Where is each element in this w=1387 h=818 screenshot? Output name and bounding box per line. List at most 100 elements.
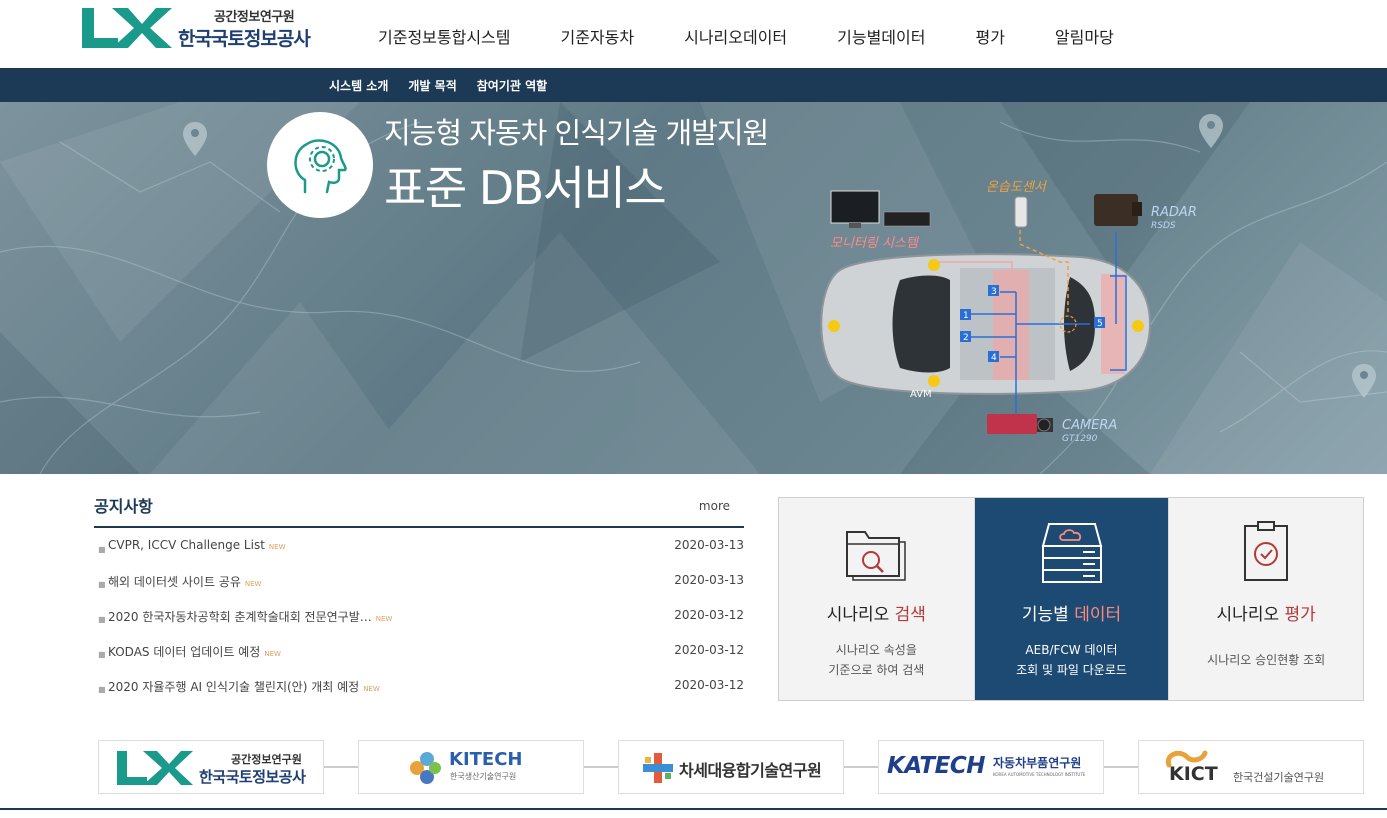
scenario-search-box[interactable]: 시나리오 검색 시나리오 속성을기준으로 하여 검색 [779, 498, 974, 700]
partner-logos: 공간정보연구원 한국국토정보공사 KITECH 한국생산기술연구원 차세대융합기… [98, 740, 1364, 794]
hero-banner: 1 2 3 4 5 지능형 자동차 인식기술 개발지원 표준 DB서비스 모니터… [0, 102, 1387, 474]
notice-item-date: 2020-03-12 [674, 608, 744, 622]
bullet-icon: ■ [98, 685, 106, 694]
nav-standard-info-system[interactable]: 기준정보통합시스템 [378, 24, 510, 48]
katech-english-name: KOREA AUTOMOTIVE TECHNOLOGY INSTITUTE [993, 772, 1086, 777]
new-badge: NEW [264, 650, 281, 658]
cloud-server-icon [1041, 523, 1102, 583]
notice-item[interactable]: ■ CVPR, ICCV Challenge List NEW 2020-03-1… [94, 538, 744, 573]
label-monitoring-system: 모니터링 시스템 [830, 236, 918, 251]
hero-title-line2: 표준 DB서비스 [384, 161, 667, 215]
notice-item-title: KODAS 데이터 업데이트 예정 [108, 645, 261, 659]
kict-name: KICT [1169, 763, 1218, 785]
clipboard-check-icon [1244, 521, 1289, 581]
kitech-logo-icon [410, 752, 441, 784]
lx-partner-subtitle: 공간정보연구원 [231, 753, 302, 766]
box-desc-line2: 기준으로 하여 검색 [828, 663, 925, 677]
brain-gear-icon [294, 139, 347, 194]
nav-notice-board[interactable]: 알림마당 [1055, 24, 1114, 48]
notice-item-date: 2020-03-12 [674, 643, 744, 657]
subnav-dev-purpose[interactable]: 개발 목적 [408, 77, 456, 94]
partner-kitech[interactable]: KITECH 한국생산기술연구원 [358, 740, 584, 794]
logo-subtitle: 공간정보연구원 [214, 10, 295, 25]
notice-title: 공지사항 [94, 497, 153, 516]
partner-ccrc[interactable]: 차세대융합기술연구원 [618, 740, 844, 794]
partner-katech[interactable]: KATECH 자동차부품연구원 KOREA AUTOMOTIVE TECHNOL… [878, 740, 1104, 794]
kitech-name: KITECH [449, 749, 523, 770]
partner-kict[interactable]: KICT 한국건설기술연구원 [1138, 740, 1364, 794]
subnav-participant-roles[interactable]: 참여기관 역할 [477, 77, 547, 94]
radar-icon [1094, 194, 1142, 226]
box-title-highlight: 평가 [1284, 605, 1316, 625]
nav-scenario-data[interactable]: 시나리오데이터 [684, 24, 787, 48]
sensor-number-1: 1 [963, 311, 969, 321]
notice-item-title: CVPR, ICCV Challenge List [108, 538, 265, 552]
subnav-system-intro[interactable]: 시스템 소개 [329, 77, 388, 94]
notice-item-date: 2020-03-13 [674, 573, 744, 587]
new-badge: NEW [244, 580, 262, 588]
notice-item-date: 2020-03-12 [674, 678, 744, 692]
brain-gear-badge [267, 112, 373, 218]
new-badge: NEW [363, 685, 380, 693]
partner-lx[interactable]: 공간정보연구원 한국국토정보공사 [98, 740, 324, 794]
notice-divider [94, 526, 744, 528]
folder-search-icon [846, 531, 906, 581]
partner-connector [324, 766, 358, 768]
sensor-number-4: 4 [991, 353, 997, 363]
kitech-subtitle: 한국생산기술연구원 [450, 772, 517, 781]
label-temp-sensor: 온습도센서 [986, 180, 1046, 195]
sensor-number-5: 5 [1097, 319, 1103, 329]
notice-item[interactable]: ■ 2020 한국자동차공학회 춘계학술대회 전문연구발… NEW 2020-03… [94, 608, 744, 643]
new-badge: NEW [375, 615, 393, 623]
bullet-icon: ■ [98, 615, 106, 624]
katech-name: KATECH [887, 753, 985, 779]
feature-boxes: 시나리오 검색 시나리오 속성을기준으로 하여 검색 기능별 데이터 AEB/F… [778, 497, 1364, 701]
box-desc-line1: 시나리오 속성을 [835, 643, 917, 657]
nav-function-data[interactable]: 기능별데이터 [837, 24, 925, 48]
footer-divider [0, 808, 1387, 810]
temp-sensor-icon [1014, 196, 1028, 228]
partner-connector [584, 766, 618, 768]
ccrc-name: 차세대융합기술연구원 [679, 761, 822, 780]
notice-item-title: 2020 자율주행 AI 인식기술 챌린지(안) 개최 예정 [108, 680, 360, 694]
kict-subtitle: 한국건설기술연구원 [1233, 771, 1325, 784]
lx-logo[interactable]: 공간정보연구원 한국국토정보공사 [78, 4, 318, 54]
box-title-main: 시나리오 [826, 605, 895, 625]
notice-item[interactable]: ■ KODAS 데이터 업데이트 예정 NEW 2020-03-12 [94, 643, 744, 678]
bullet-icon: ■ [98, 650, 106, 659]
label-avm: AVM [910, 389, 932, 400]
notice-item[interactable]: ■ 해외 데이터셋 사이트 공유 NEW 2020-03-13 [94, 573, 744, 608]
lx-logo-mark [82, 8, 172, 48]
notice-list: ■ CVPR, ICCV Challenge List NEW 2020-03-1… [94, 538, 744, 713]
box-title-highlight: 검색 [894, 605, 926, 625]
label-camera: CAMERA [1062, 418, 1118, 433]
box-title-main: 기능별 [1021, 605, 1075, 625]
sensor-number-2: 2 [963, 333, 969, 343]
box-desc-line1: 시나리오 승인현황 조회 [1207, 653, 1326, 667]
box-desc-line2: 조회 및 파일 다운로드 [1016, 663, 1127, 677]
partner-connector [1104, 766, 1138, 768]
partner-connector [844, 766, 878, 768]
box-title-main: 시나리오 [1216, 605, 1285, 625]
ccrc-logo-icon [643, 753, 673, 783]
hero-background: 1 2 3 4 5 [0, 102, 1387, 474]
notice-item-title: 해외 데이터셋 사이트 공유 [108, 575, 241, 589]
main-nav: 기준정보통합시스템 기준자동차 시나리오데이터 기능별데이터 평가 알림마당 [378, 24, 1164, 48]
label-radar: RADAR [1151, 205, 1197, 220]
logo-title: 한국국토정보공사 [178, 28, 311, 50]
label-camera-model: GT1290 [1062, 434, 1098, 444]
site-header: 공간정보연구원 한국국토정보공사 기준정보통합시스템 기준자동차 시나리오데이터… [0, 0, 1387, 68]
notice-more-link[interactable]: more [699, 499, 730, 513]
hero-title-line1: 지능형 자동차 인식기술 개발지원 [384, 116, 769, 150]
box-desc-line1: AEB/FCW 데이터 [1025, 643, 1118, 657]
nav-evaluation[interactable]: 평가 [975, 24, 1004, 48]
sensor-number-3: 3 [991, 287, 997, 297]
sub-nav: 시스템 소개 개발 목적 참여기관 역할 [0, 68, 1387, 102]
notice-item-title: 2020 한국자동차공학회 춘계학술대회 전문연구발… [108, 610, 372, 624]
notice-item[interactable]: ■ 2020 자율주행 AI 인식기술 챌린지(안) 개최 예정 NEW 2020… [94, 678, 744, 713]
nav-reference-vehicle[interactable]: 기준자동차 [560, 24, 634, 48]
bullet-icon: ■ [98, 545, 106, 554]
scenario-evaluation-box[interactable]: 시나리오 평가 시나리오 승인현황 조회 [1168, 498, 1364, 700]
function-data-box[interactable]: 기능별 데이터 AEB/FCW 데이터조회 및 파일 다운로드 [973, 498, 1169, 700]
box-title-highlight: 데이터 [1074, 605, 1122, 625]
